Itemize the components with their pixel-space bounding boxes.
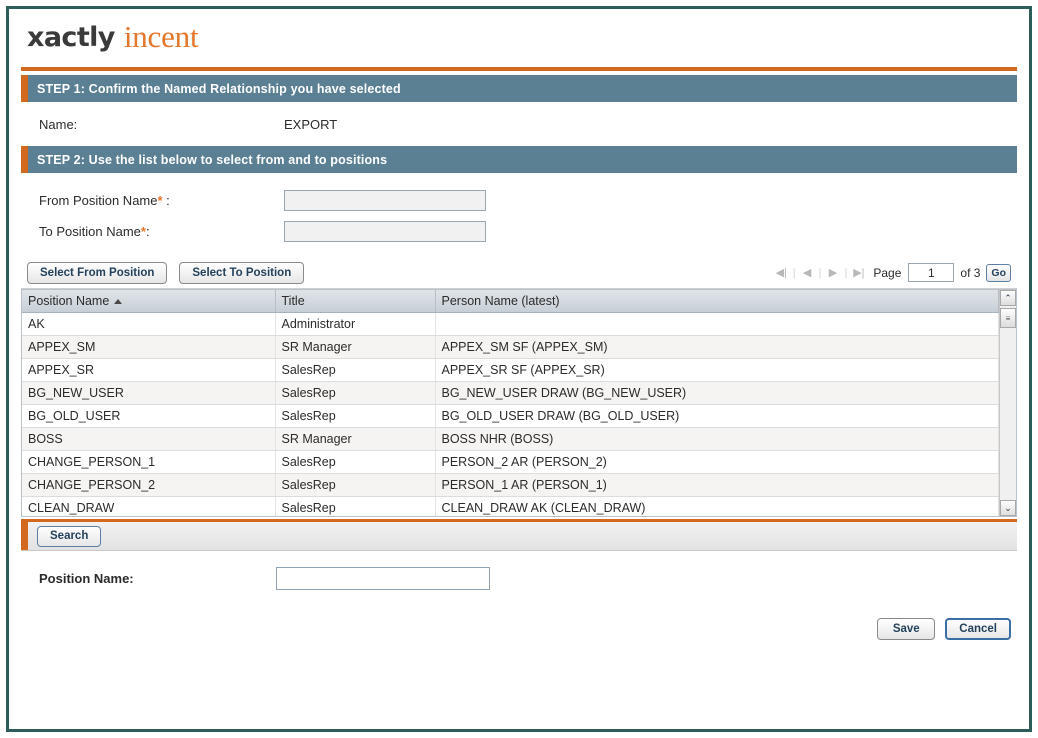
step1-header-label: STEP 1: Confirm the Named Relationship y…: [37, 81, 401, 96]
from-position-label: From Position Name* :: [39, 193, 170, 208]
position-form: From Position Name* : To Position Name*:: [21, 173, 1017, 257]
cell-position: CHANGE_PERSON_1: [22, 450, 276, 474]
from-position-row: From Position Name* :: [21, 185, 1017, 216]
cell-title: SalesRep: [275, 473, 436, 497]
cell-position: AK: [22, 312, 276, 336]
brand-name-secondary: incent: [123, 19, 199, 54]
cell-title: SR Manager: [275, 335, 436, 359]
page-root: xactly incent STEP 1: Confirm the Named …: [0, 0, 1038, 738]
cell-title: SalesRep: [275, 381, 436, 405]
cell-person: PERSON_2 AR (PERSON_2): [435, 450, 999, 474]
table-body: AK Administrator APPEX_SM SR Manager APPEX_…: [22, 312, 999, 516]
search-position-name-label: Position Name:: [39, 571, 134, 586]
sort-ascending-icon: [114, 298, 123, 304]
cell-person: BOSS NHR (BOSS): [435, 427, 999, 451]
cell-position: BG_NEW_USER: [22, 381, 276, 405]
cell-position: APPEX_SM: [22, 335, 276, 359]
window-frame: xactly incent STEP 1: Confirm the Named …: [6, 6, 1032, 732]
cell-title: SalesRep: [275, 450, 436, 474]
cell-title: SalesRep: [275, 496, 436, 516]
scrollbar-thumb[interactable]: ≡: [1000, 308, 1016, 328]
cell-title: Administrator: [275, 312, 436, 336]
to-position-input[interactable]: [284, 221, 486, 242]
cell-position: CLEAN_DRAW: [22, 496, 276, 516]
column-header-title[interactable]: Title: [275, 290, 436, 313]
cell-position: APPEX_SR: [22, 358, 276, 382]
table-header-row: Position Name Title Person Name (latest): [22, 290, 999, 313]
search-panel: Position Name:: [21, 551, 1017, 604]
page-number-input[interactable]: [908, 263, 955, 282]
table-row[interactable]: CHANGE_PERSON_1 SalesRep PERSON_2 AR (PERS…: [22, 450, 999, 474]
next-page-icon[interactable]: ▶: [826, 265, 841, 280]
header-divider: [21, 67, 1017, 71]
save-button[interactable]: Save: [877, 618, 936, 640]
column-header-position-name[interactable]: Position Name: [22, 290, 276, 313]
step2-header: STEP 2: Use the list below to select fro…: [21, 146, 1017, 173]
grid-scroll-viewport: Position Name Title Person Name (latest)…: [22, 290, 999, 516]
pager-separator: |: [844, 266, 848, 279]
brand-logo: xactly incent: [21, 9, 1017, 65]
page-content: xactly incent STEP 1: Confirm the Named …: [9, 9, 1029, 729]
search-position-name-row: Position Name:: [21, 567, 1017, 590]
search-tab-strip: Search: [21, 522, 1017, 551]
scroll-down-icon[interactable]: ⌄: [1000, 500, 1016, 516]
cell-position: BG_OLD_USER: [22, 404, 276, 428]
cell-position: CHANGE_PERSON_2: [22, 473, 276, 497]
cell-person: [435, 312, 999, 336]
positions-table: Position Name Title Person Name (latest)…: [22, 290, 999, 516]
select-to-position-button[interactable]: Select To Position: [179, 261, 305, 284]
table-row[interactable]: BOSS SR Manager BOSS NHR (BOSS): [22, 427, 999, 451]
cell-person: PERSON_1 AR (PERSON_1): [435, 473, 999, 497]
cell-title: SalesRep: [275, 358, 436, 382]
brand-name-primary: xactly: [27, 21, 115, 53]
scroll-up-icon[interactable]: ⌃: [1000, 290, 1016, 306]
column-header-person-name[interactable]: Person Name (latest): [435, 290, 999, 313]
go-button[interactable]: Go: [986, 263, 1011, 282]
cell-person: CLEAN_DRAW AK (CLEAN_DRAW): [435, 496, 999, 516]
page-total-label: of 3: [960, 265, 981, 280]
select-from-position-button[interactable]: Select From Position: [27, 261, 168, 284]
pagination: ◀| | ◀ | ▶ | ▶| Page of 3 Go: [774, 263, 1017, 282]
cell-person: BG_NEW_USER DRAW (BG_NEW_USER): [435, 381, 999, 405]
last-page-icon[interactable]: ▶|: [851, 265, 866, 280]
step1-header: STEP 1: Confirm the Named Relationship y…: [21, 75, 1017, 102]
first-page-icon[interactable]: ◀|: [774, 265, 789, 280]
footer-actions: Save Cancel: [21, 604, 1017, 640]
pager-separator: |: [792, 266, 796, 279]
name-label: Name:: [39, 116, 78, 132]
table-row[interactable]: APPEX_SM SR Manager APPEX_SM SF (APPEX_SM): [22, 335, 999, 359]
to-position-row: To Position Name*:: [21, 216, 1017, 247]
grid-scrollbar[interactable]: ⌃ ≡ ⌄: [999, 290, 1016, 516]
cell-title: SalesRep: [275, 404, 436, 428]
name-value: EXPORT: [284, 116, 338, 132]
table-row[interactable]: APPEX_SR SalesRep APPEX_SR SF (APPEX_SR): [22, 358, 999, 382]
from-position-input[interactable]: [284, 190, 486, 211]
table-row[interactable]: BG_NEW_USER SalesRep BG_NEW_USER DRAW (BG_…: [22, 381, 999, 405]
cell-person: BG_OLD_USER DRAW (BG_OLD_USER): [435, 404, 999, 428]
positions-grid: Position Name Title Person Name (latest)…: [21, 289, 1017, 517]
step1-name-row: Name: EXPORT: [21, 102, 1017, 146]
action-bar: Select From Position Select To Position …: [21, 257, 1017, 289]
table-row[interactable]: AK Administrator: [22, 312, 999, 336]
table-row[interactable]: BG_OLD_USER SalesRep BG_OLD_USER DRAW (BG_…: [22, 404, 999, 428]
page-label: Page: [873, 265, 902, 280]
cell-title: SR Manager: [275, 427, 436, 451]
to-position-label: To Position Name*:: [39, 224, 150, 239]
cell-person: APPEX_SR SF (APPEX_SR): [435, 358, 999, 382]
cell-position: BOSS: [22, 427, 276, 451]
table-row[interactable]: CHANGE_PERSON_2 SalesRep PERSON_1 AR (PERS…: [22, 473, 999, 497]
previous-page-icon[interactable]: ◀: [800, 265, 815, 280]
cancel-button[interactable]: Cancel: [945, 618, 1011, 640]
search-position-name-input[interactable]: [276, 567, 490, 590]
pager-separator: |: [818, 266, 822, 279]
step2-header-label: STEP 2: Use the list below to select fro…: [37, 152, 388, 167]
search-tab-button[interactable]: Search: [37, 525, 102, 547]
cell-person: APPEX_SM SF (APPEX_SM): [435, 335, 999, 359]
table-row[interactable]: CLEAN_DRAW SalesRep CLEAN_DRAW AK (CLEAN_D…: [22, 496, 999, 516]
